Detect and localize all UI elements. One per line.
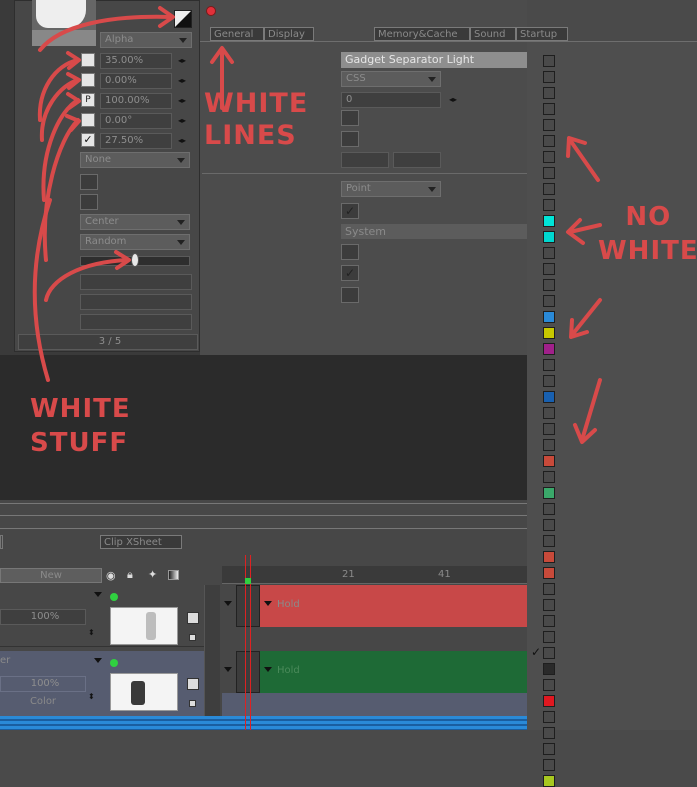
annotation-arrows xyxy=(32,6,602,444)
arrow-to-mode-icon xyxy=(38,14,174,52)
white-stuff-annotation: WHITE STUFF xyxy=(30,394,131,458)
palette-swatch[interactable] xyxy=(543,743,555,755)
arrow-to-palette-yellow xyxy=(570,298,602,337)
arrow-white-stuff xyxy=(32,198,52,382)
palette-swatch[interactable] xyxy=(543,759,555,771)
white-lines-annotation: WHITE LINES xyxy=(204,88,309,151)
arrow-to-palette-top xyxy=(568,138,600,182)
palette-swatch[interactable] xyxy=(543,775,555,787)
no-white-annotation: NO WHITE xyxy=(598,202,697,266)
arrow-to-slider xyxy=(44,258,130,302)
